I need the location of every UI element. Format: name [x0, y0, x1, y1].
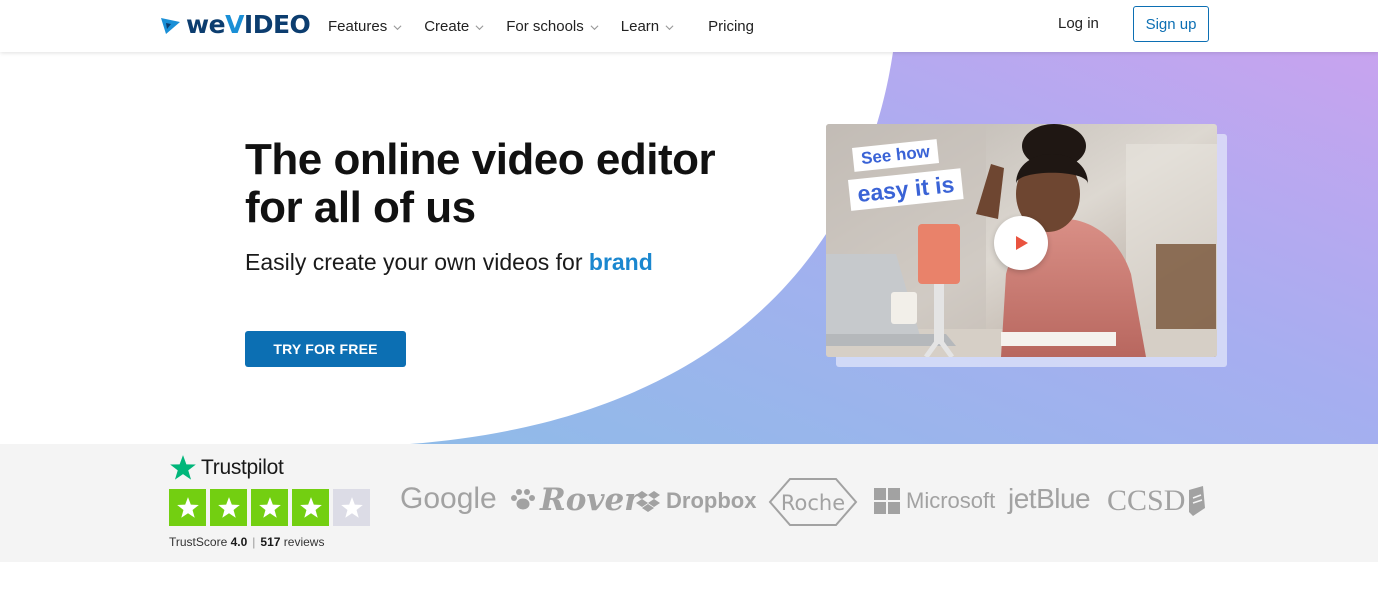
top-navigation: weVIDEO Features Create For schools Lear…: [0, 0, 1378, 52]
try-for-free-button[interactable]: TRY FOR FREE: [245, 331, 406, 367]
chevron-down-icon: [665, 24, 674, 30]
signup-button[interactable]: Sign up: [1133, 6, 1209, 42]
hero-headline: The online video editor for all of us: [245, 135, 716, 232]
menu-item-features[interactable]: Features: [328, 18, 402, 35]
trustpilot-rating-stars: [169, 489, 370, 526]
chevron-down-icon: [475, 24, 484, 30]
subline-highlight: brand: [588, 249, 653, 275]
star-icon: [299, 496, 322, 518]
trustpilot-name: Trustpilot: [201, 456, 284, 479]
wevideo-logo-icon: [161, 17, 180, 34]
reviews-count: 517 reviews: [260, 535, 325, 549]
menu-item-pricing[interactable]: Pricing: [708, 18, 754, 35]
chevron-down-icon: [590, 24, 599, 30]
menu-item-create[interactable]: Create: [424, 18, 484, 35]
menu-item-label: For schools: [506, 17, 584, 35]
menu-item-for-schools[interactable]: For schools: [506, 18, 599, 35]
svg-text:Roche: Roche: [781, 491, 845, 515]
main-menu: Features Create For schools Learn Pricin…: [328, 0, 776, 52]
paw-icon: [511, 489, 535, 510]
star-icon: [340, 496, 363, 518]
rating-star-2: [210, 489, 247, 526]
score-separator: |: [252, 535, 256, 549]
wevideo-logo-text: weVIDEO: [186, 10, 311, 39]
play-button[interactable]: [994, 216, 1048, 270]
subline-text: Easily create your own videos for: [245, 249, 589, 275]
menu-item-label: Create: [424, 17, 470, 35]
menu-item-learn[interactable]: Learn: [621, 18, 674, 35]
trustpilot-brand[interactable]: Trustpilot: [169, 454, 284, 482]
google-logo: Google: [400, 482, 497, 515]
star-icon: [258, 496, 281, 518]
microsoft-logo: Microsoft: [874, 488, 995, 514]
menu-item-label: Pricing: [708, 17, 754, 35]
login-link[interactable]: Log in: [1058, 15, 1099, 32]
microsoft-icon: [874, 488, 900, 514]
trustpilot-star-icon: [170, 455, 196, 480]
trustscore-label: TrustScore 4.0: [169, 535, 248, 549]
rating-star-4: [292, 489, 329, 526]
menu-item-label: Learn: [620, 17, 660, 35]
hero-subline: Easily create your own videos for brand: [245, 248, 665, 276]
rover-logo: Rover: [510, 482, 641, 518]
dropbox-icon: [636, 491, 660, 512]
wevideo-logo[interactable]: weVIDEO: [160, 10, 311, 39]
ccsd-logo: CCSD: [1107, 484, 1207, 518]
star-icon: [217, 496, 240, 518]
play-icon: [1016, 236, 1028, 250]
roche-logo: Roche: [768, 477, 858, 527]
dropbox-logo: Dropbox: [635, 488, 756, 514]
chevron-down-icon: [393, 24, 402, 30]
rating-star-5: [333, 489, 370, 526]
rating-star-3: [251, 489, 288, 526]
menu-item-label: Features: [328, 17, 388, 35]
trustpilot-score[interactable]: TrustScore 4.0 | 517 reviews: [169, 535, 324, 549]
hero-section: The online video editor for all of us Ea…: [0, 52, 1378, 444]
star-icon: [176, 496, 199, 518]
ccsd-book-icon: [1189, 486, 1206, 516]
roche-hexagon: Roche: [768, 478, 858, 526]
jetblue-logo: jetBlue: [1008, 483, 1091, 514]
rating-star-1: [169, 489, 206, 526]
trust-logos-strip: Trustpilot TrustScore 4.0 | 517 reviews …: [0, 444, 1378, 562]
